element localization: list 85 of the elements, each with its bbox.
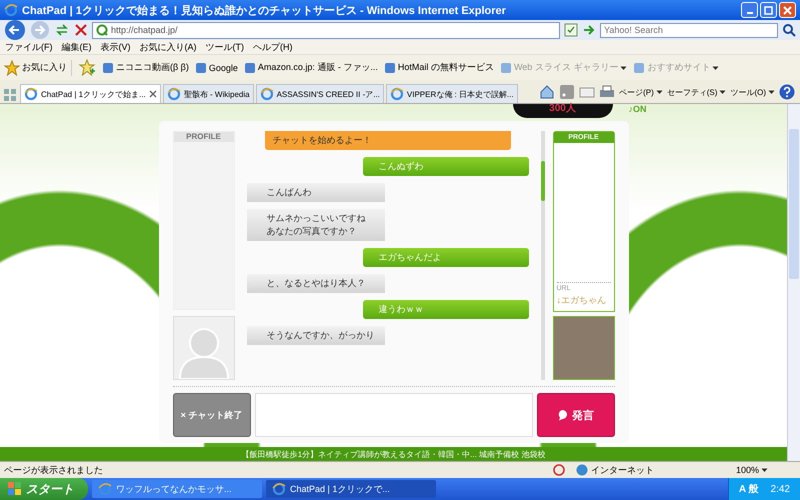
- taskbar-button[interactable]: ワッフルってなんかモッサ...: [92, 480, 262, 498]
- menu-item[interactable]: お気に入り(A): [140, 40, 196, 54]
- search-icon[interactable]: [782, 23, 796, 37]
- caret-icon: [656, 89, 663, 95]
- browser-tab[interactable]: 聖骸布 - Wikipedia: [162, 84, 254, 103]
- received-message: と、なるとやはり本人？: [246, 274, 384, 293]
- close-button[interactable]: [779, 2, 796, 18]
- profile-url: ↓エガちゃん: [556, 294, 607, 307]
- browser-tab[interactable]: ChatPad | 1クリックで始ま...: [20, 84, 161, 103]
- user-counter: 300人: [512, 104, 612, 118]
- page-icon: [194, 62, 207, 74]
- received-message: こんばんわ: [246, 183, 384, 202]
- browser-icon: [166, 87, 181, 101]
- refresh-icon[interactable]: [54, 22, 70, 38]
- security-zone: インターネット: [576, 464, 726, 476]
- sent-message: こんぬずわ: [362, 157, 528, 176]
- menu-item[interactable]: 編集(E): [62, 40, 92, 54]
- browser-icon: [272, 482, 286, 496]
- clock: 2:42: [770, 484, 790, 494]
- window-title: ChatPad | 1クリックで始まる！見知らぬ誰かとのチャットサービス - Windows Internet Explorer: [22, 4, 507, 18]
- printer-icon[interactable]: [599, 84, 616, 100]
- favorites-button[interactable]: お気に入り: [4, 60, 72, 76]
- photo-placeholder: [552, 316, 614, 380]
- page-icon: [244, 62, 256, 74]
- minimize-icon: [746, 12, 752, 14]
- command-button[interactable]: ページ(P): [619, 86, 663, 98]
- command-button[interactable]: セーフティ(S): [666, 86, 726, 98]
- status-text: ページが表示されました: [4, 464, 104, 476]
- menu-item[interactable]: ツール(T): [206, 40, 244, 54]
- close-icon: [783, 6, 792, 14]
- maximize-button[interactable]: [760, 2, 777, 18]
- caret-icon: [761, 467, 768, 473]
- compatibility-icon[interactable]: [564, 23, 578, 37]
- zoom-control[interactable]: 100%: [736, 465, 796, 475]
- maximize-icon: [764, 6, 773, 14]
- command-button[interactable]: ツール(O): [730, 86, 775, 98]
- browser-icon: [4, 3, 18, 17]
- browser-icon: [260, 87, 274, 101]
- protected-mode-icon: [552, 463, 566, 477]
- star-icon: [4, 60, 20, 76]
- go-arrow-icon[interactable]: [582, 23, 596, 37]
- received-message: そうなんですか、がっかり: [246, 326, 384, 345]
- feed-icon[interactable]: [559, 84, 576, 100]
- page-scrollbar[interactable]: [787, 104, 800, 461]
- send-button[interactable]: 発言: [536, 393, 614, 437]
- caret-icon: [620, 64, 628, 70]
- site-icon: [96, 24, 108, 36]
- browser-icon: [24, 87, 38, 101]
- favorite-link[interactable]: ニコニコ動画(β β): [102, 61, 189, 74]
- page-icon: [102, 62, 114, 74]
- home-icon[interactable]: [539, 84, 556, 100]
- received-message: サムネかっこいいですね あなたの写真ですか？: [246, 209, 384, 241]
- back-icon[interactable]: [4, 19, 26, 41]
- favorite-link[interactable]: Google: [194, 62, 238, 74]
- message-field[interactable]: [254, 393, 532, 437]
- address-field[interactable]: http://chatpad.jp/: [92, 22, 560, 38]
- system-message: チャットを始めるよー！: [264, 131, 510, 150]
- profile-header: PROFILE: [174, 132, 234, 142]
- browser-tab[interactable]: ASSASSIN'S CREED II -ア...: [256, 84, 384, 103]
- close-tab-icon[interactable]: [148, 90, 157, 98]
- minimize-button[interactable]: [741, 2, 758, 18]
- search-field[interactable]: Yahoo! Search: [600, 22, 778, 38]
- browser-tab[interactable]: VIPPERな俺 : 日本史で誤解...: [386, 84, 518, 103]
- quick-tabs-icon[interactable]: [2, 87, 18, 103]
- menu-item[interactable]: 表示(V): [100, 40, 130, 54]
- caret-icon: [768, 89, 775, 95]
- page-icon: [500, 62, 512, 74]
- browser-icon: [390, 87, 404, 101]
- favorite-link[interactable]: HotMail の無料サービス: [384, 61, 494, 74]
- caret-icon: [712, 64, 720, 70]
- taskbar-button[interactable]: ChatPad | 1クリックで...: [266, 480, 436, 498]
- add-favorite-icon[interactable]: [78, 58, 96, 76]
- speech-bubble-icon: [557, 409, 568, 421]
- sent-message: 違うわｗｗ: [362, 300, 528, 319]
- sent-message: エガちゃんだよ: [362, 248, 528, 267]
- page-icon: [384, 62, 396, 74]
- windows-logo-icon: [8, 482, 22, 496]
- caret-icon: [719, 89, 726, 95]
- stop-icon[interactable]: [74, 23, 88, 37]
- page-icon: [633, 62, 646, 74]
- favorite-link[interactable]: Amazon.co.jp: 通販 - ファッ...: [244, 61, 378, 74]
- help-icon[interactable]: [779, 84, 795, 100]
- menu-item[interactable]: ヘルプ(H): [253, 40, 292, 54]
- browser-icon: [98, 482, 112, 496]
- menu-item[interactable]: ファイル(F): [5, 40, 52, 54]
